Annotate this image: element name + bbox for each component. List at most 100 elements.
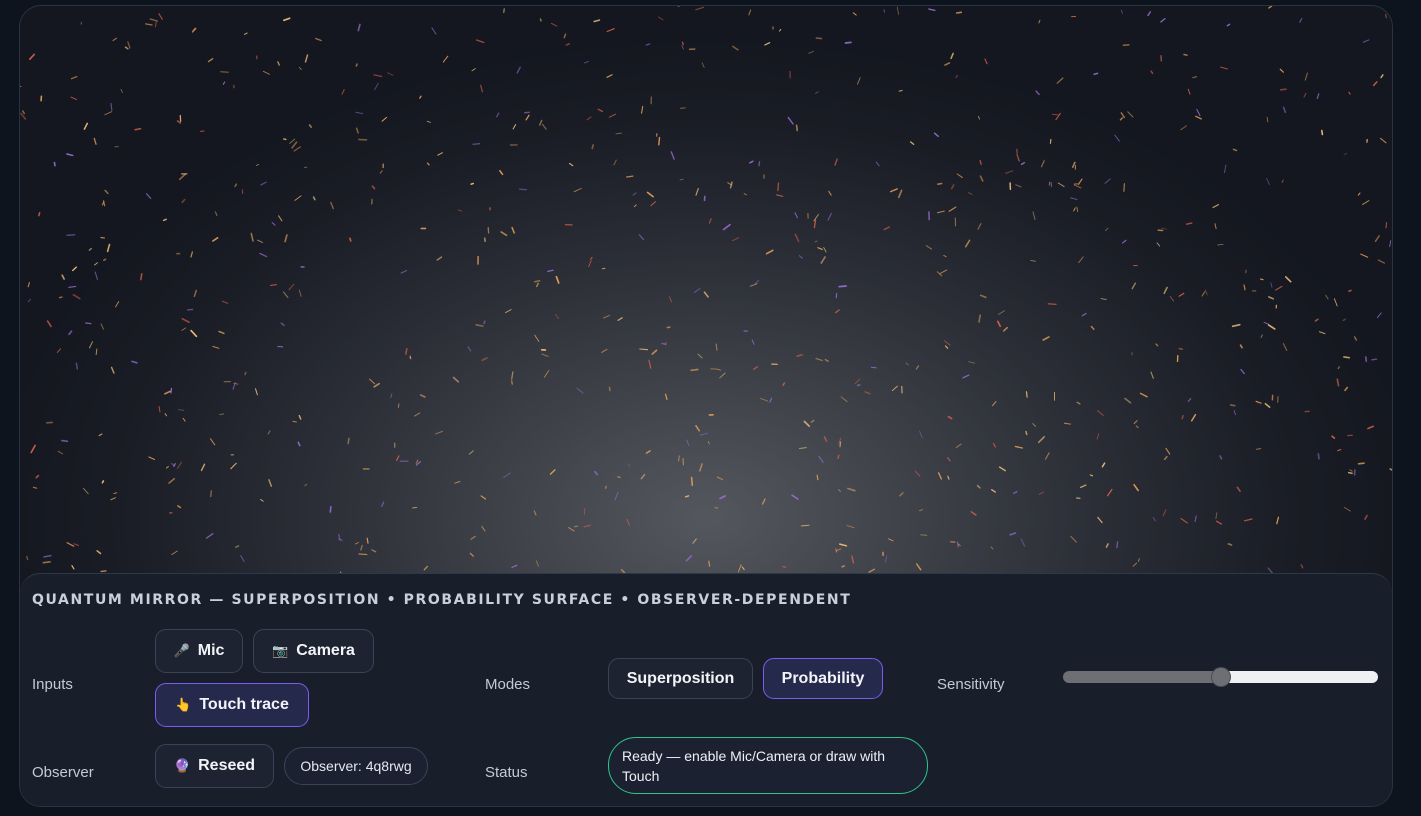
particle-streak [1347, 471, 1353, 475]
particle-streak [808, 50, 814, 54]
particle-streak [1260, 278, 1264, 281]
particle-streak [1114, 134, 1120, 142]
particle-streak [1194, 515, 1197, 523]
particle-streak [1321, 129, 1324, 136]
particle-streak [1005, 170, 1014, 174]
particle-streak [415, 459, 419, 464]
particle-streak [737, 564, 742, 573]
particle-streak [669, 296, 673, 303]
probability-button[interactable]: Probability [763, 658, 883, 699]
particle-streak [277, 61, 280, 66]
particle-streak [650, 201, 657, 207]
particle-streak [1100, 298, 1107, 301]
mic-button[interactable]: 🎤 Mic [155, 629, 243, 673]
particle-streak [1204, 289, 1208, 296]
particle-streak [1133, 420, 1138, 424]
particle-streak [255, 388, 258, 396]
particle-streak [565, 42, 571, 46]
particle-streak [583, 61, 590, 64]
particle-streak [816, 474, 819, 481]
particle-streak [431, 27, 437, 35]
particle-streak [568, 162, 574, 167]
particle-field-canvas[interactable] [20, 6, 1392, 574]
particle-streak [27, 298, 31, 303]
particle-streak [1181, 414, 1184, 420]
particle-streak [1072, 161, 1076, 168]
particle-streak [1344, 386, 1349, 392]
particle-streak [230, 462, 237, 470]
particle-streak [271, 222, 276, 226]
particle-streak [511, 226, 515, 234]
particle-streak [1377, 259, 1386, 264]
particle-streak [66, 542, 75, 547]
particle-streak [576, 387, 584, 394]
particle-streak [475, 324, 484, 327]
superposition-button[interactable]: Superposition [608, 658, 753, 699]
particle-streak [796, 353, 803, 357]
particle-streak [20, 85, 22, 88]
particle-streak [1076, 401, 1081, 405]
particle-streak [235, 545, 240, 549]
particle-streak [970, 511, 977, 516]
camera-button[interactable]: 📷 Camera [253, 629, 374, 673]
particle-streak [1047, 303, 1057, 305]
particle-streak [686, 439, 690, 446]
sensitivity-slider[interactable] [1063, 668, 1378, 686]
particle-streak [308, 124, 313, 128]
particle-streak [586, 116, 592, 121]
particle-streak [889, 188, 898, 193]
particle-streak [28, 53, 36, 61]
particle-streak [996, 320, 1002, 328]
particle-streak [955, 11, 963, 14]
particle-streak [260, 181, 267, 186]
particle-streak [1020, 538, 1026, 547]
particle-streak [1276, 516, 1280, 525]
reseed-button[interactable]: 🔮 Reseed [155, 744, 274, 788]
particle-streak [1299, 17, 1303, 23]
particle-streak [207, 58, 214, 63]
particle-streak [193, 289, 198, 298]
particle-streak [315, 37, 322, 42]
particle-streak [632, 192, 637, 196]
particle-streak [1282, 106, 1287, 114]
particle-streak [240, 555, 245, 562]
particle-streak [222, 81, 226, 85]
particle-streak [120, 88, 123, 93]
particle-streak [165, 466, 169, 469]
particle-streak [1096, 433, 1100, 440]
particle-streak [664, 393, 668, 401]
particle-streak [1389, 240, 1392, 248]
particle-streak [695, 188, 699, 196]
particle-streak [1281, 179, 1284, 183]
particle-streak [651, 349, 658, 355]
particle-streak [1226, 23, 1231, 27]
particle-streak [341, 89, 345, 95]
particle-streak [749, 283, 758, 287]
slider-thumb[interactable] [1212, 668, 1230, 686]
particle-streak [1131, 282, 1137, 290]
particle-streak [1038, 19, 1041, 24]
particle-streak [38, 212, 41, 217]
particle-streak [955, 74, 959, 79]
particle-streak [1090, 325, 1095, 330]
particle-streak [218, 330, 225, 335]
particle-streak [88, 341, 94, 349]
particle-streak [168, 477, 176, 484]
particle-streak [164, 413, 168, 417]
particle-streak [839, 441, 842, 448]
particle-streak [395, 455, 400, 462]
particle-streak [181, 198, 186, 204]
particle-streak [480, 495, 487, 500]
particle-streak [1243, 518, 1253, 522]
particle-streak [481, 357, 488, 362]
particle-streak [94, 271, 99, 280]
particle-streak [614, 492, 619, 501]
particle-streak [373, 74, 383, 78]
particle-streak [525, 114, 530, 121]
particle-streak [1379, 137, 1387, 144]
particle-streak [500, 231, 508, 237]
particle-streak [998, 466, 1006, 472]
particle-streak [794, 233, 800, 243]
touch-trace-button[interactable]: 👆 Touch trace [155, 683, 309, 727]
particle-streak [106, 243, 111, 253]
